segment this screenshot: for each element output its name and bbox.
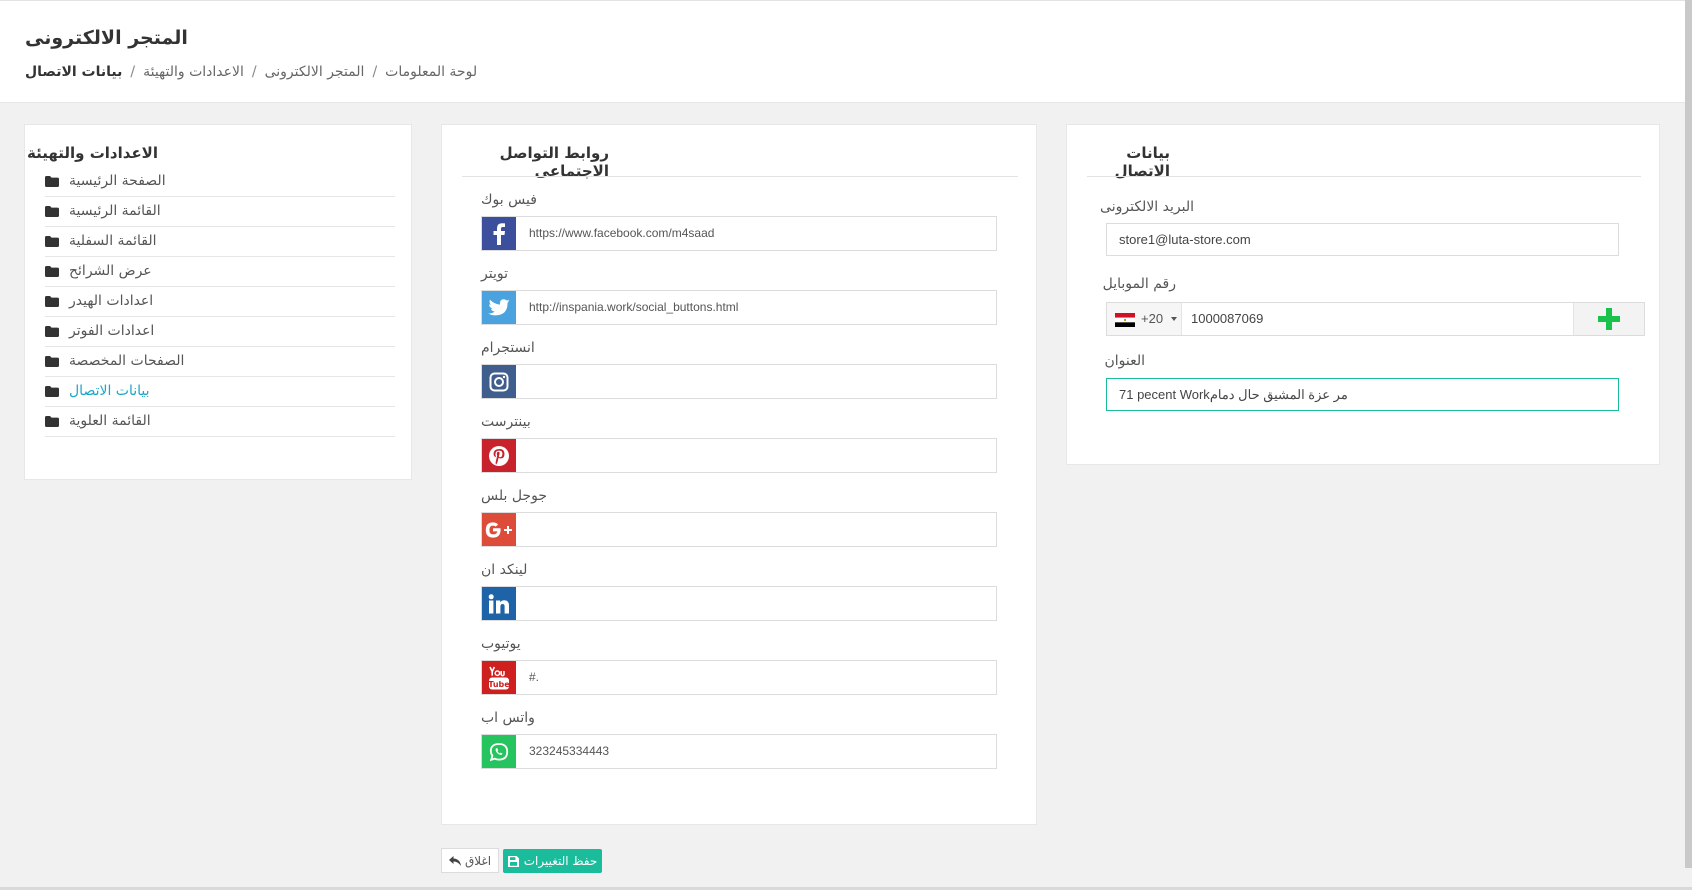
google-plus-input[interactable] bbox=[481, 512, 997, 547]
contact-info-card: بيانات الاتصال البريد الالكترونى store1@… bbox=[1066, 124, 1660, 465]
folder-icon bbox=[45, 326, 59, 337]
whatsapp-input[interactable]: 323245334443 bbox=[481, 734, 997, 769]
folder-icon bbox=[45, 416, 59, 427]
google-plus-icon bbox=[482, 513, 516, 546]
social-links-title: روابط التواصل الاجتماعى bbox=[499, 144, 609, 180]
save-button-label: حفظ التغييرات bbox=[523, 854, 598, 868]
social-label: يوتيوب bbox=[481, 636, 521, 652]
folder-icon bbox=[45, 296, 59, 307]
menu-item-label: اعدادات الهيدر bbox=[69, 293, 154, 309]
vertical-scrollbar[interactable] bbox=[1685, 0, 1692, 868]
close-button-label: اغلاق bbox=[464, 853, 492, 868]
folder-icon bbox=[45, 356, 59, 367]
folder-icon bbox=[45, 236, 59, 247]
folder-icon bbox=[45, 206, 59, 217]
egypt-flag-icon bbox=[1115, 313, 1135, 327]
save-button[interactable]: حفظ التغييرات bbox=[503, 849, 602, 873]
menu-item-footer-menu[interactable]: القائمة السفلية bbox=[45, 227, 395, 257]
instagram-input[interactable] bbox=[481, 364, 997, 399]
page-header: المتجر الالكترونى بيانات الاتصال / الاعد… bbox=[0, 0, 1685, 103]
menu-item-label: عرض الشرائح bbox=[69, 263, 152, 279]
youtube-value: #. bbox=[529, 670, 540, 684]
social-label: واتس اب bbox=[481, 710, 535, 726]
linkedin-input[interactable] bbox=[481, 586, 997, 621]
twitter-input[interactable]: http://inspania.work/social_buttons.html bbox=[481, 290, 997, 325]
plus-icon bbox=[1598, 308, 1620, 330]
breadcrumb: بيانات الاتصال / الاعدادات والتهيئة / ال… bbox=[25, 64, 477, 80]
twitter-icon bbox=[482, 291, 516, 324]
floppy-disk-icon bbox=[507, 855, 519, 867]
breadcrumb-item-settings[interactable]: الاعدادات والتهيئة bbox=[143, 64, 244, 80]
menu-item-footer-settings[interactable]: اعدادات الفوتر bbox=[45, 317, 395, 347]
social-links-card: روابط التواصل الاجتماعى فيس بوك https://… bbox=[441, 124, 1037, 825]
dial-code: +20 bbox=[1141, 311, 1164, 326]
menu-item-label: القائمة الرئيسية bbox=[69, 203, 161, 219]
chevron-down-icon bbox=[1171, 317, 1177, 321]
divider bbox=[462, 176, 1018, 177]
menu-item-label: الصفحة الرئيسية bbox=[69, 173, 166, 189]
menu-item-slider[interactable]: عرض الشرائح bbox=[45, 257, 395, 287]
breadcrumb-item-store[interactable]: المتجر الالكترونى bbox=[265, 64, 365, 80]
facebook-input[interactable]: https://www.facebook.com/m4saad bbox=[481, 216, 997, 251]
menu-item-home-page[interactable]: الصفحة الرئيسية bbox=[45, 167, 395, 197]
social-label: لينكد ان bbox=[481, 562, 528, 578]
menu-item-top-menu[interactable]: القائمة العلوية bbox=[45, 407, 395, 437]
folder-icon bbox=[45, 266, 59, 277]
menu-item-custom-pages[interactable]: الصفحات المخصصة bbox=[45, 347, 395, 377]
menu-item-main-menu[interactable]: القائمة الرئيسية bbox=[45, 197, 395, 227]
social-label: تويتر bbox=[481, 266, 508, 282]
social-label: انستجرام bbox=[481, 340, 535, 356]
country-code-select[interactable]: +20 bbox=[1107, 303, 1182, 335]
menu-item-label: الصفحات المخصصة bbox=[69, 353, 185, 369]
breadcrumb-item-current: بيانات الاتصال bbox=[25, 64, 123, 80]
breadcrumb-item-dashboard[interactable]: لوحة المعلومات bbox=[385, 64, 477, 80]
social-label: فيس بوك bbox=[481, 192, 537, 208]
social-label: بينترست bbox=[481, 414, 531, 430]
reply-icon bbox=[448, 855, 461, 866]
email-field[interactable]: store1@luta-store.com bbox=[1106, 223, 1619, 256]
menu-item-label: بيانات الاتصال bbox=[69, 383, 150, 399]
social-label: جوجل بلس bbox=[481, 488, 547, 504]
menu-item-label: القائمة السفلية bbox=[69, 233, 157, 249]
mobile-field[interactable]: 1000087069 bbox=[1191, 311, 1263, 326]
settings-menu-list: الصفحة الرئيسية القائمة الرئيسية القائمة… bbox=[45, 167, 395, 437]
breadcrumb-separator: / bbox=[130, 64, 136, 80]
add-phone-button[interactable] bbox=[1573, 303, 1644, 335]
menu-item-header-settings[interactable]: اعدادات الهيدر bbox=[45, 287, 395, 317]
svg-text:Tube: Tube bbox=[488, 680, 510, 689]
menu-item-contact-info[interactable]: بيانات الاتصال bbox=[45, 377, 395, 407]
twitter-value: http://inspania.work/social_buttons.html bbox=[529, 300, 739, 314]
whatsapp-value: 323245334443 bbox=[529, 744, 610, 758]
mobile-field-group: +20 1000087069 bbox=[1106, 302, 1645, 336]
address-field[interactable]: 71 pecent Workمر عزة المشيق حال دمام bbox=[1106, 378, 1619, 411]
youtube-input[interactable]: Tube #. bbox=[481, 660, 997, 695]
contact-info-title: بيانات الاتصال bbox=[1114, 144, 1170, 180]
breadcrumb-separator: / bbox=[372, 64, 378, 80]
menu-item-label: القائمة العلوية bbox=[69, 413, 151, 429]
breadcrumb-separator: / bbox=[251, 64, 257, 80]
divider bbox=[1087, 176, 1641, 177]
folder-icon bbox=[45, 176, 59, 187]
menu-item-label: اعدادات الفوتر bbox=[69, 323, 155, 339]
whatsapp-icon bbox=[482, 735, 516, 768]
settings-menu-card: الاعدادات والتهيئة الصفحة الرئيسية القائ… bbox=[24, 124, 412, 480]
pinterest-input[interactable] bbox=[481, 438, 997, 473]
page-title: المتجر الالكترونى bbox=[25, 27, 188, 49]
email-label: البريد الالكترونى bbox=[1100, 199, 1194, 215]
linkedin-icon bbox=[482, 587, 516, 620]
pinterest-icon bbox=[482, 439, 516, 472]
folder-icon bbox=[45, 386, 59, 397]
address-label: العنوان bbox=[1104, 353, 1145, 369]
settings-menu-title: الاعدادات والتهيئة bbox=[27, 144, 158, 162]
mobile-label: رقم الموبايل bbox=[1102, 276, 1176, 292]
youtube-icon: Tube bbox=[482, 661, 516, 694]
facebook-icon bbox=[482, 217, 516, 250]
close-button[interactable]: اغلاق bbox=[441, 848, 499, 873]
facebook-value: https://www.facebook.com/m4saad bbox=[529, 226, 715, 240]
instagram-icon bbox=[482, 365, 516, 398]
